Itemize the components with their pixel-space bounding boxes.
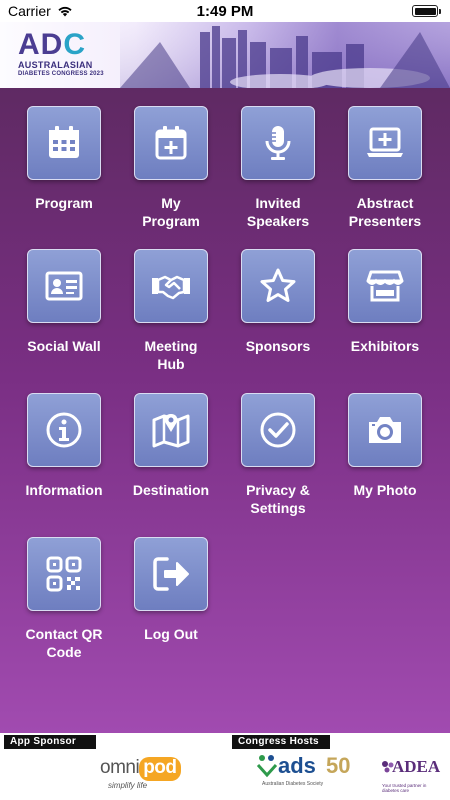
menu-tile-label: Program [35,195,93,211]
laptop-add-icon[interactable] [348,106,422,180]
star-icon[interactable] [241,249,315,323]
calendar-icon [49,126,79,158]
menu-tile-label: Social Wall [27,338,101,354]
adea-logo[interactable]: ADEA Your trusted partner in diabetes ca… [380,753,440,797]
menu-grid: Program My Program Invited Speakers Abstract P… [0,88,450,733]
menu-tile-label: Privacy & Settings [246,482,310,516]
menu-tile-my-program[interactable]: My Program [125,106,217,230]
congress-banner: ADC AUSTRALASIAN DIABETES CONGRESS 2023 [0,22,450,88]
check-circle-icon [260,412,296,448]
map-icon[interactable] [134,393,208,467]
menu-tile-label: Exhibitors [350,338,420,354]
menu-tile-label: Destination [132,482,210,498]
menu-tile-label: My Photo [353,482,417,498]
menu-tile-label: Contact QR Code [25,626,103,660]
adc-logo-mark: ADC [18,28,87,61]
battery-icon [412,5,441,17]
store-icon [366,270,404,302]
menu-tile-exhibitors[interactable]: Exhibitors [339,249,431,355]
menu-tile-destination[interactable]: Destination [125,393,217,499]
menu-tile-label: Abstract Presenters [348,195,422,229]
menu-tile-contact-qr-code[interactable]: Contact QR Code [18,537,110,661]
omnipod-wordmark: omni pod [100,757,181,781]
handshake-icon[interactable] [134,249,208,323]
ads-subtitle: Australian Diabetes Society [262,781,324,787]
store-icon[interactable] [348,249,422,323]
qr-code-icon[interactable] [27,537,101,611]
microphone-icon[interactable] [241,106,315,180]
omnipod-logo[interactable]: omni pod simplify life [100,749,200,795]
calendar-add-icon [155,126,187,160]
adea-wordmark: ADEA [392,757,441,776]
menu-tile-sponsors[interactable]: Sponsors [232,249,324,355]
qr-code-icon [46,556,82,592]
menu-tile-abstract-presenters[interactable]: Abstract Presenters [339,106,431,230]
info-icon [46,412,82,448]
city-skyline-image [120,22,450,88]
status-time: 1:49 PM [196,3,254,20]
ads-logo[interactable]: ads 50 Australian Diabetes Society [256,753,356,797]
omnipod-tagline: simplify life [108,781,148,790]
camera-icon [369,417,401,443]
menu-tile-label: Sponsors [245,338,311,354]
menu-tile-label: Invited Speakers [246,195,310,229]
menu-tile-label: My Program [142,195,200,229]
id-card-icon[interactable] [27,249,101,323]
logo-line1: AUSTRALASIAN [18,60,93,70]
menu-tile-log-out[interactable]: Log Out [125,537,217,643]
ads-figure-icon [256,755,278,778]
menu-tile-label: Information [25,482,103,498]
menu-tile-label: Meeting Hub [144,338,198,372]
app-sponsor-tag: App Sponsor [4,735,96,749]
logout-icon[interactable] [134,537,208,611]
menu-tile-social-wall[interactable]: Social Wall [18,249,110,355]
menu-tile-my-photo[interactable]: My Photo [339,393,431,499]
menu-tile-privacy-settings[interactable]: Privacy & Settings [232,393,324,517]
calendar-add-icon[interactable] [134,106,208,180]
star-icon [260,268,296,302]
adc-logo: ADC AUSTRALASIAN DIABETES CONGRESS 2023 [18,30,118,78]
info-icon[interactable] [27,393,101,467]
map-icon [152,414,190,448]
menu-tile-information[interactable]: Information [18,393,110,499]
menu-tile-program[interactable]: Program [18,106,110,212]
menu-tile-invited-speakers[interactable]: Invited Speakers [232,106,324,230]
logout-icon [153,557,189,591]
battery-fill [414,7,436,15]
status-bar: Carrier 1:49 PM [0,0,450,22]
logo-line2: DIABETES CONGRESS 2023 [18,71,104,77]
id-card-icon [45,271,83,301]
calendar-icon[interactable] [27,106,101,180]
laptop-add-icon [367,127,403,157]
congress-hosts-tag: Congress Hosts [232,735,330,749]
menu-tile-meeting-hub[interactable]: Meeting Hub [125,249,217,373]
handshake-icon [152,275,190,300]
check-circle-icon[interactable] [241,393,315,467]
camera-icon[interactable] [348,393,422,467]
ads-50-years: 50 [326,753,351,778]
sponsor-footer: App Sponsor Congress Hosts omni pod simpl… [0,733,450,800]
adea-subtitle: Your trusted partner in diabetes care [382,783,427,793]
menu-tile-label: Log Out [144,626,198,642]
ads-wordmark: ads [278,753,316,778]
microphone-icon [265,126,291,160]
